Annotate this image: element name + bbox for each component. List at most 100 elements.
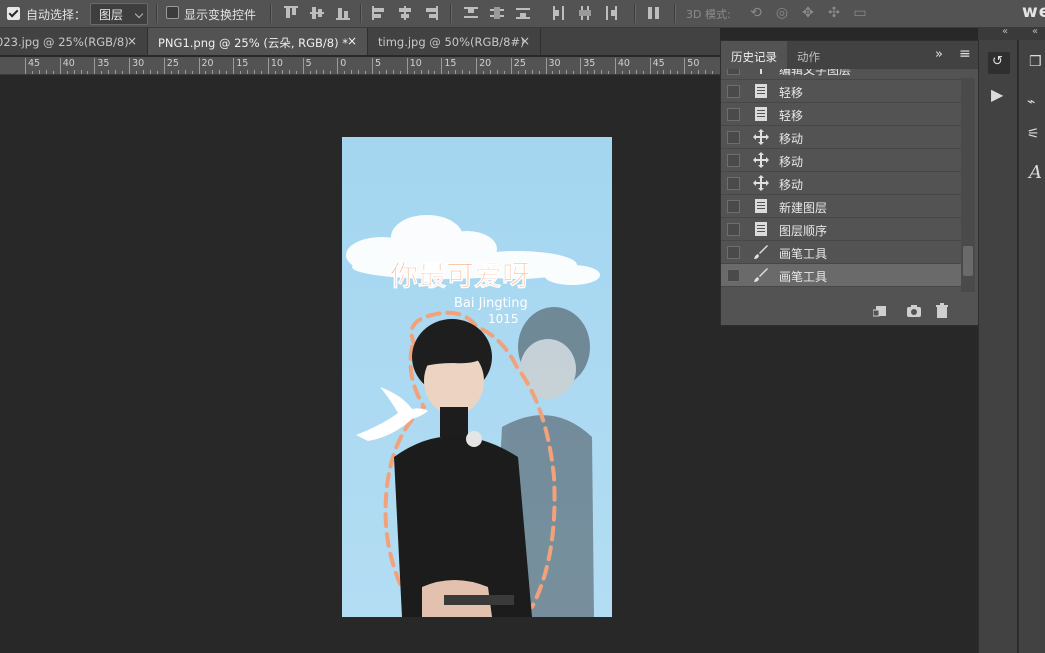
close-icon[interactable]: × xyxy=(347,34,357,48)
brush-icon xyxy=(753,244,769,260)
tab-png1[interactable]: PNG1.png @ 25% (云朵, RGB/8) * × xyxy=(148,28,368,55)
ruler-tick xyxy=(663,70,665,74)
panel-menu-icon[interactable]: ≡ xyxy=(959,46,971,62)
move-icon xyxy=(753,152,769,168)
ruler-label: 20 xyxy=(479,58,492,69)
ruler-label: 5 xyxy=(375,58,382,69)
history-panel-icon[interactable]: ↺ xyxy=(988,52,1010,74)
align-right-icon[interactable] xyxy=(423,5,439,21)
history-item[interactable]: 编辑文字图层 xyxy=(721,69,961,80)
workspace-label[interactable]: we xyxy=(1022,2,1045,22)
history-snapshot-checkbox[interactable] xyxy=(727,246,740,259)
distribute-vcenter-icon[interactable] xyxy=(489,5,505,21)
ruler-tick xyxy=(25,58,26,74)
character-icon[interactable]: A xyxy=(1029,162,1042,183)
align-hcenter-icon[interactable] xyxy=(397,5,413,21)
history-snapshot-checkbox[interactable] xyxy=(727,69,740,75)
distribute-hcenter-icon[interactable] xyxy=(577,5,593,21)
orbit-3d-icon[interactable]: ⟲ xyxy=(748,5,764,21)
ruler-tick xyxy=(538,71,540,74)
ruler-tick xyxy=(406,58,408,74)
history-snapshot-checkbox[interactable] xyxy=(727,85,740,98)
history-snapshot-checkbox[interactable] xyxy=(727,131,740,144)
expand-icon[interactable]: » xyxy=(935,47,943,62)
tab-actions[interactable]: 动作 xyxy=(787,41,837,69)
pan-3d-icon[interactable]: ✥ xyxy=(800,5,816,21)
ruler-tick xyxy=(489,70,491,74)
auto-select-label: 自动选择： xyxy=(26,8,87,22)
collapse-icon[interactable]: « xyxy=(1002,26,1008,37)
ruler-tick xyxy=(337,58,339,74)
ruler-tick xyxy=(399,71,401,74)
ruler-tick xyxy=(115,70,117,74)
align-left-icon[interactable] xyxy=(371,5,387,21)
close-icon[interactable]: × xyxy=(520,34,530,48)
history-snapshot-checkbox[interactable] xyxy=(727,177,740,190)
history-snapshot-checkbox[interactable] xyxy=(727,108,740,121)
ruler-label: 5 xyxy=(305,58,312,69)
history-list: 编辑文字图层 轻移 轻移 移动 移动 移动 新建图层 图层顺序 画笔工具 画笔工具 xyxy=(721,69,961,295)
adjustments-icon[interactable]: ⚟ xyxy=(1027,126,1040,142)
mode-3d-label: 3D 模式: xyxy=(686,8,731,21)
brush-settings-icon[interactable]: ⌁ xyxy=(1027,94,1035,110)
ruler-label: 15 xyxy=(236,58,249,69)
history-item[interactable]: 移动 xyxy=(721,126,961,149)
distribute-left-icon[interactable] xyxy=(551,5,567,21)
history-item[interactable]: 新建图层 xyxy=(721,195,961,218)
auto-select-checkbox[interactable] xyxy=(7,7,20,20)
new-document-from-state-icon[interactable] xyxy=(873,303,889,319)
tab-023[interactable]: 023.jpg @ 25%(RGB/8) × xyxy=(0,28,148,55)
ruler-tick xyxy=(45,70,47,74)
ruler-tick xyxy=(483,71,485,74)
align-vcenter-icon[interactable] xyxy=(309,5,325,21)
ruler-label: 20 xyxy=(201,58,214,69)
ruler-tick xyxy=(517,71,519,74)
scale-3d-icon[interactable]: ▭ xyxy=(852,5,868,21)
align-top-icon[interactable] xyxy=(283,5,299,21)
roll-3d-icon[interactable]: ◎ xyxy=(774,5,790,21)
distribute-bottom-icon[interactable] xyxy=(515,5,531,21)
tab-timg[interactable]: timg.jpg @ 50%(RGB/8#) × xyxy=(368,28,541,55)
ruler-tick xyxy=(108,70,110,74)
history-item[interactable]: 画笔工具 xyxy=(721,241,961,264)
divider xyxy=(270,4,272,23)
history-snapshot-checkbox[interactable] xyxy=(727,269,740,282)
camera-icon[interactable] xyxy=(906,303,922,319)
chevron-down-icon xyxy=(134,9,144,19)
history-item[interactable]: 画笔工具 xyxy=(721,264,961,287)
trash-icon[interactable] xyxy=(934,303,950,319)
ruler-tick xyxy=(87,71,89,74)
history-item[interactable]: 图层顺序 xyxy=(721,218,961,241)
distribute-right-icon[interactable] xyxy=(603,5,619,21)
ruler-tick xyxy=(705,70,707,74)
show-transform-checkbox[interactable] xyxy=(166,6,179,19)
ruler-tick xyxy=(496,70,498,74)
ruler-tick xyxy=(455,70,457,74)
history-item[interactable]: 轻移 xyxy=(721,80,961,103)
collapse-icon[interactable]: « xyxy=(1032,26,1038,37)
ruler-tick xyxy=(670,70,672,74)
cube-icon[interactable]: ❒ xyxy=(1029,54,1042,70)
history-snapshot-checkbox[interactable] xyxy=(727,154,740,167)
scrollbar-thumb[interactable] xyxy=(963,246,973,276)
align-bottom-icon[interactable] xyxy=(335,5,351,21)
tab-history-label: 历史记录 xyxy=(731,50,777,64)
ruler-tick xyxy=(420,70,422,74)
ruler-tick xyxy=(628,70,630,74)
history-item-label: 轻移 xyxy=(779,109,804,123)
auto-align-icon[interactable] xyxy=(646,5,662,21)
history-item[interactable]: 移动 xyxy=(721,172,961,195)
ruler-tick xyxy=(38,70,40,74)
layer-select-dropdown[interactable]: 图层 xyxy=(90,3,148,25)
history-item[interactable]: 轻移 xyxy=(721,103,961,126)
history-snapshot-checkbox[interactable] xyxy=(727,223,740,236)
tab-history[interactable]: 历史记录 xyxy=(721,41,787,69)
history-snapshot-checkbox[interactable] xyxy=(727,200,740,213)
document-canvas[interactable]: 你最可爱呀 Bai Jingting 1015 xyxy=(342,137,612,617)
distribute-top-icon[interactable] xyxy=(463,5,479,21)
play-icon[interactable]: ▶ xyxy=(991,85,1003,104)
history-item[interactable]: 移动 xyxy=(721,149,961,172)
slide-3d-icon[interactable]: ✣ xyxy=(826,5,842,21)
horizontal-ruler[interactable]: 45 40 35 30 25 20 15 10 5 0 5 10 15 20 25 30 35 40 45 50 xyxy=(0,57,720,75)
close-icon[interactable]: × xyxy=(127,34,137,48)
